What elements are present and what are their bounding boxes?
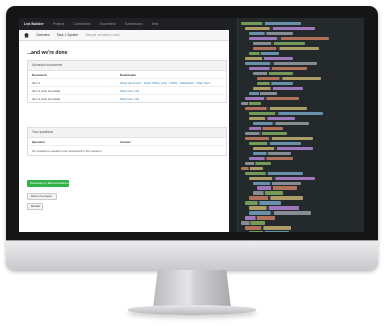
tab-strip: Overview Task 1 System Sample annotation… [19,30,229,41]
tab-task-system[interactable]: Task 1 System [57,33,78,37]
table-row: Item 3 (raw text data) Plain text (.txt) [28,95,226,102]
questions-panel-header: Your questions [28,128,226,138]
monitor-stand-foot [128,305,256,315]
code-content [241,22,364,232]
monitor-bezel: List Builder Projects Contributors Docum… [6,6,378,271]
code-editor[interactable] [229,18,364,232]
column-header-downloads: Downloads [120,72,137,77]
nav-item-help[interactable]: Help [152,22,159,26]
code-line [257,186,297,190]
code-line [249,211,311,215]
download-links[interactable]: Word document · Open Office (odt) · HTML… [120,81,224,85]
code-line [249,116,295,120]
home-icon[interactable] [24,32,29,38]
document-name: Item 3 (raw text data) [32,96,61,101]
imac-mockup: List Builder Projects Contributors Docum… [0,0,384,327]
code-line [253,71,293,76]
tab-overview[interactable]: Overview [36,33,50,37]
review-button[interactable]: Review [27,203,43,210]
documents-panel: Uploaded documents Document Downloads It… [27,60,227,103]
tab-sample-task[interactable]: Sample annotation task [85,33,119,37]
questions-panel: Your questions Question Answer No questi… [27,127,227,156]
monitor-stand-neck [153,270,231,308]
code-line [249,141,301,145]
code-line [241,221,265,225]
code-line [245,56,293,61]
download-links[interactable]: Plain text (.txt) [120,89,224,93]
app-top-bar: List Builder Projects Contributors Docum… [19,18,229,30]
documents-panel-header: Uploaded documents [28,61,226,71]
code-line [253,41,305,46]
code-line [257,76,321,81]
column-header-answer: Answer [120,139,131,144]
code-line [249,91,277,95]
code-line [249,66,307,71]
code-line [241,22,301,26]
code-line [245,106,307,110]
code-line [249,176,315,180]
document-name: Item 2 (raw text data) [32,88,61,93]
code-line [253,86,303,90]
document-name: Item 1 [32,80,41,85]
code-line [249,111,323,115]
code-line [249,51,279,56]
code-line [253,46,319,51]
code-line [245,61,317,66]
code-line [253,151,291,155]
code-line [249,156,293,160]
code-line [245,226,291,230]
column-header-document: Document [32,72,47,77]
code-line [249,31,293,36]
code-line [249,196,303,200]
code-line [257,81,293,85]
code-line [241,166,263,170]
nav-item-submissions[interactable]: Submissions [125,22,143,26]
line-number-gutter [229,18,238,232]
code-line [245,171,303,175]
code-line [249,36,329,41]
questions-empty-text: No questions needed to be answered in th… [32,148,103,153]
nav-item-projects[interactable]: Projects [53,22,65,26]
page-body: ...and we're done Uploaded documents Doc… [19,41,229,232]
documents-table-header: Document Downloads [28,71,226,79]
code-line [245,131,287,135]
app-brand[interactable]: List Builder [24,22,44,26]
nav-item-documents[interactable]: Documents [100,22,116,26]
code-line [249,231,289,232]
code-line [245,201,281,205]
code-line [245,161,271,165]
table-row: Item 2 (raw text data) Plain text (.txt) [28,87,226,95]
code-line [245,26,315,31]
code-line [245,216,275,220]
code-line [253,146,313,150]
code-line [253,121,309,125]
monitor-chin [6,240,378,271]
code-line [241,101,261,105]
download-links[interactable]: Plain text (.txt) [120,97,224,101]
column-header-question: Question [32,139,46,144]
code-line [249,126,283,130]
code-line [245,136,313,140]
return-to-project-button[interactable]: Return to project [27,193,57,200]
table-row: Item 1 Word document · Open Office (odt)… [28,79,226,87]
nav-item-contributors[interactable]: Contributors [73,22,90,26]
download-annotations-button[interactable]: Download my filled annotations [27,180,69,187]
questions-table-header: Question Answer [28,138,226,146]
screen: List Builder Projects Contributors Docum… [19,18,364,232]
questions-empty-row: No questions needed to be answered in th… [28,146,226,155]
code-line [253,181,301,185]
page-title: ...and we're done [27,50,68,56]
code-line [253,191,283,195]
code-line [249,206,299,210]
code-line [245,96,299,100]
